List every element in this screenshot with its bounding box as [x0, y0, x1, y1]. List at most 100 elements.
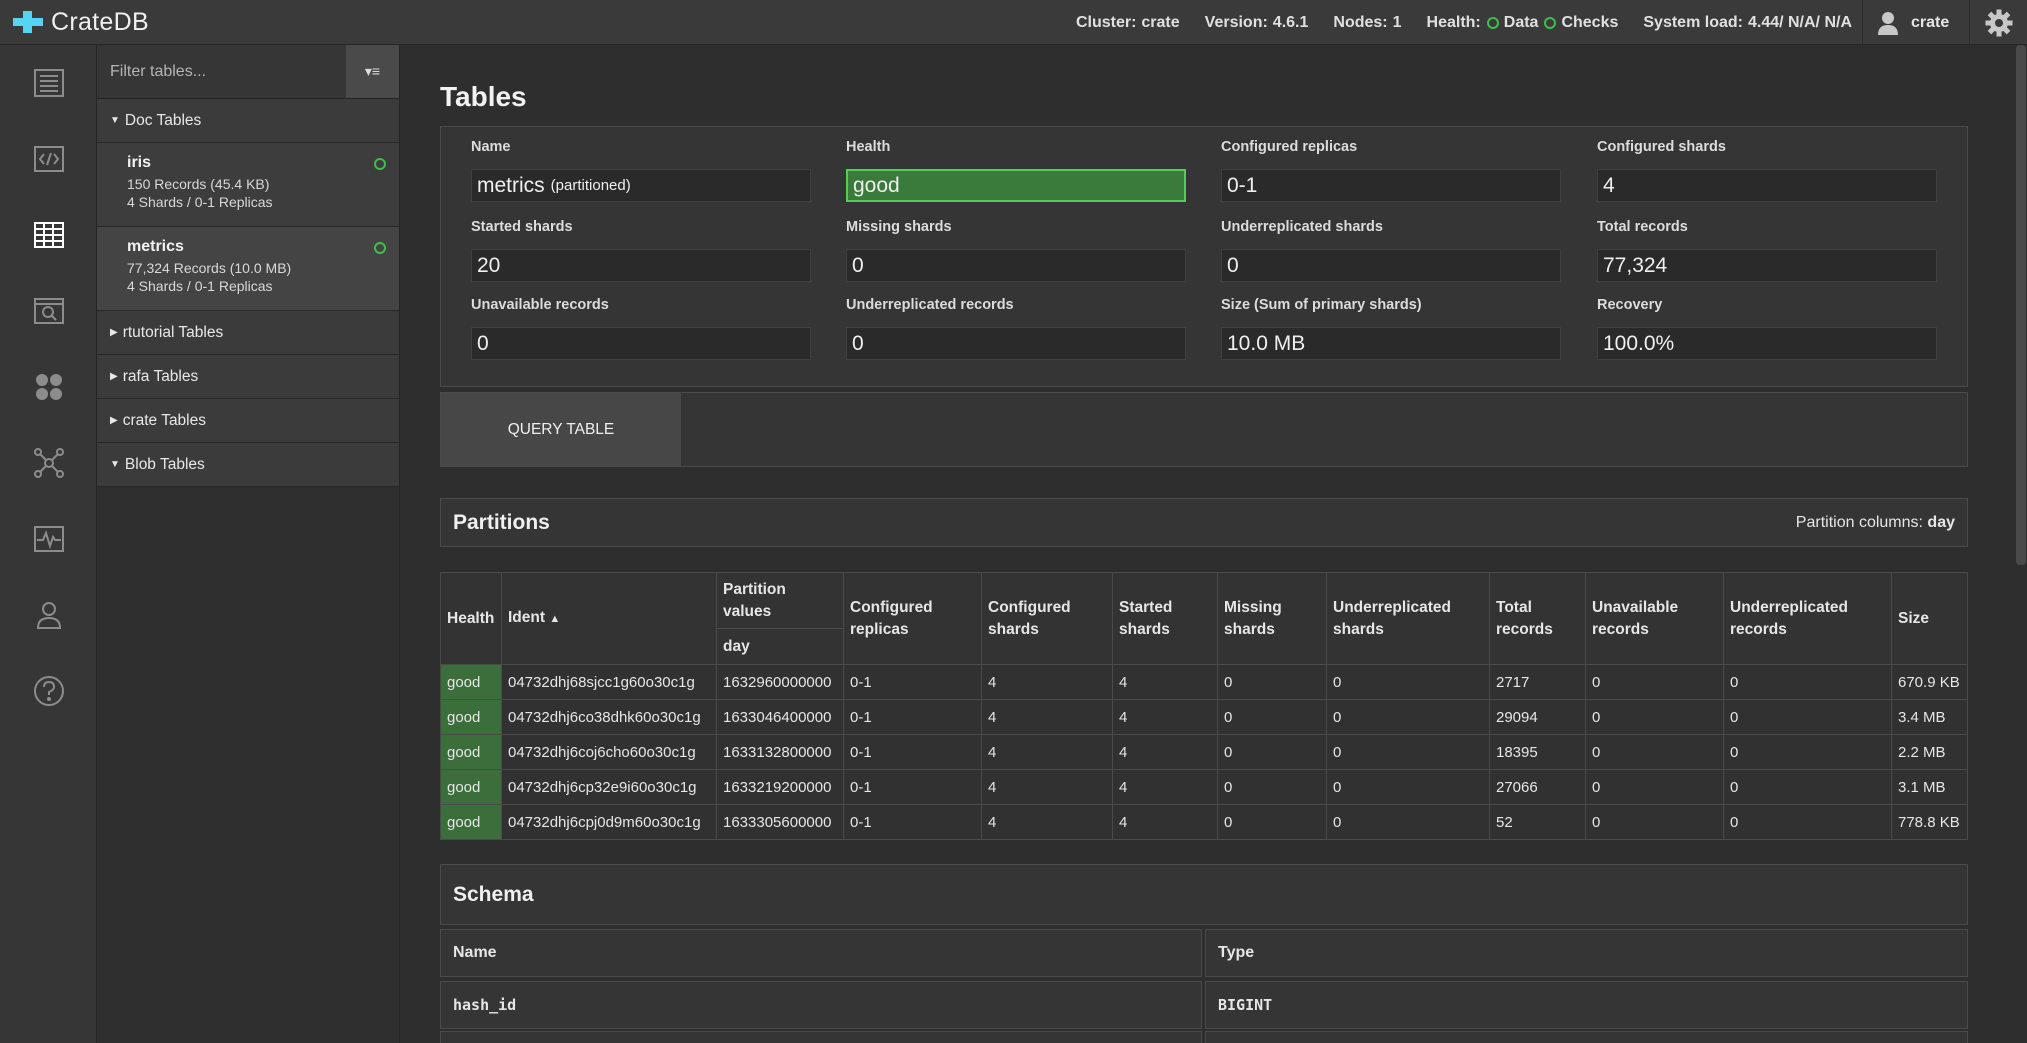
rail-overview[interactable] — [0, 45, 97, 121]
col-unavailable-records[interactable]: Unavailable records — [1585, 572, 1724, 665]
partition-cell: 4 — [981, 734, 1113, 770]
partition-cell: 3.1 MB — [1891, 769, 1968, 805]
filter-tables-input[interactable] — [97, 45, 346, 98]
field-value: 100.0% — [1597, 327, 1937, 360]
partition-cell: 1633305600000 — [716, 804, 844, 840]
col-size[interactable]: Size — [1891, 572, 1968, 665]
partition-health-cell: good — [440, 804, 502, 840]
partition-cell: 778.8 KB — [1891, 804, 1968, 840]
system-load-stat: System load: 4.44/ N/A/ N/A — [1643, 14, 1852, 32]
caret-down-icon: ▼ — [110, 459, 120, 470]
group-rtutorial-tables[interactable]: ▶ rtutorial Tables — [97, 311, 399, 355]
field-unavailable-records: Unavailable records 0 — [471, 297, 811, 360]
partition-cell: 4 — [1112, 769, 1218, 805]
group-rafa-tables[interactable]: ▶ rafa Tables — [97, 355, 399, 399]
field-recovery: Recovery 100.0% — [1597, 297, 1937, 360]
partition-cell: 04732dhj6co38dhk60o30c1g — [501, 699, 717, 735]
schema-row-next — [1205, 1031, 1968, 1043]
sort-asc-icon: ▲ — [549, 613, 561, 625]
users-icon — [36, 602, 61, 629]
partition-cell: 0 — [1723, 769, 1892, 805]
field-configured-replicas: Configured replicas 0-1 — [1221, 139, 1561, 202]
partition-cell: 0 — [1217, 699, 1327, 735]
query-table-button[interactable]: QUERY TABLE — [441, 393, 681, 466]
group-label: rtutorial Tables — [122, 323, 224, 341]
main-scrollbar[interactable] — [2016, 45, 2026, 565]
field-name: Name metrics (partitioned) — [471, 139, 811, 202]
partition-cell: 670.9 KB — [1891, 664, 1968, 700]
rail-cluster[interactable] — [0, 349, 97, 425]
partition-cell: 4 — [981, 769, 1113, 805]
field-total-records: Total records 77,324 — [1597, 219, 1937, 282]
partition-columns: Partition columns: day — [1796, 514, 1955, 532]
partition-cell: 0 — [1217, 664, 1327, 700]
partition-cell: 0 — [1585, 699, 1724, 735]
rail-monitoring[interactable] — [0, 501, 97, 577]
col-day[interactable]: day — [716, 628, 844, 665]
gear-icon — [1985, 9, 2012, 36]
user-icon — [1878, 11, 1898, 35]
col-configured-replicas[interactable]: Configured replicas — [843, 572, 982, 665]
rail-nodes-graph[interactable] — [0, 425, 97, 501]
col-ident-label: Ident — [508, 609, 546, 626]
schema-col-type: Type — [1205, 929, 1968, 977]
partition-cell: 18395 — [1489, 734, 1586, 770]
schema-row-next — [440, 1031, 1202, 1043]
table-shards: 4 Shards / 0-1 Replicas — [127, 278, 273, 294]
user-menu[interactable]: crate — [1862, 0, 1967, 45]
version-label: Version: — [1204, 13, 1268, 31]
rail-help[interactable] — [0, 653, 97, 729]
partitions-title: Partitions — [453, 510, 550, 534]
field-value: 0 — [1221, 249, 1561, 282]
rail-users[interactable] — [0, 577, 97, 653]
field-label: Name — [471, 139, 511, 155]
cluster-value: crate — [1141, 13, 1180, 31]
field-started-shards: Started shards 20 — [471, 219, 811, 282]
col-partition-values: Partition values — [716, 572, 844, 629]
query-table-panel: QUERY TABLE — [440, 392, 1968, 467]
partition-cell: 2717 — [1489, 664, 1586, 700]
col-configured-shards[interactable]: Configured shards — [981, 572, 1113, 665]
field-label: Underreplicated shards — [1221, 219, 1383, 235]
group-doc-tables[interactable]: ▼ Doc Tables — [97, 99, 399, 143]
col-underreplicated-shards[interactable]: Underreplicated shards — [1326, 572, 1490, 665]
monitoring-icon — [33, 526, 64, 552]
health-checks-label[interactable]: Checks — [1561, 14, 1618, 32]
group-blob-tables[interactable]: ▼ Blob Tables — [97, 443, 399, 487]
col-health[interactable]: Health — [440, 572, 502, 665]
partition-cell: 04732dhj6cpj0d9m60o30c1g — [501, 804, 717, 840]
field-label: Health — [846, 139, 891, 155]
filter-options-button[interactable]: ▾≡ — [346, 45, 399, 98]
partition-cell: 4 — [1112, 734, 1218, 770]
rail-views[interactable] — [0, 273, 97, 349]
partition-cell: 0 — [1723, 734, 1892, 770]
partition-health-cell: good — [440, 664, 502, 700]
caret-right-icon: ▶ — [110, 415, 118, 426]
settings-button[interactable] — [1969, 0, 2027, 45]
table-shards: 4 Shards / 0-1 Replicas — [127, 194, 273, 210]
col-missing-shards[interactable]: Missing shards — [1217, 572, 1327, 665]
rail-console[interactable] — [0, 121, 97, 197]
group-crate-tables[interactable]: ▶ crate Tables — [97, 399, 399, 443]
partition-cell: 0 — [1217, 804, 1327, 840]
partition-cell: 2.2 MB — [1891, 734, 1968, 770]
console-icon — [33, 146, 64, 172]
cratedb-logo[interactable]: CrateDB — [13, 8, 149, 37]
schema-col-name: Name — [440, 929, 1202, 977]
partition-row: good 04732dhj6cp32e9i60o30c1g 163321920000… — [440, 769, 1968, 805]
health-data-label[interactable]: Data — [1504, 14, 1539, 32]
filter-sort-icon: ▾≡ — [364, 63, 381, 79]
user-name: crate — [1911, 13, 1950, 31]
table-item-metrics[interactable]: metrics 77,324 Records (10.0 MB) 4 Shard… — [97, 227, 399, 311]
partition-health-cell: good — [440, 699, 502, 735]
partition-row: good 04732dhj6cpj0d9m60o30c1g 163330560000… — [440, 804, 1968, 840]
table-item-iris[interactable]: iris 150 Records (45.4 KB) 4 Shards / 0-… — [97, 143, 399, 227]
col-total-records[interactable]: Total records — [1489, 572, 1586, 665]
col-started-shards[interactable]: Started shards — [1112, 572, 1218, 665]
caret-right-icon: ▶ — [110, 327, 118, 338]
health-ok-icon — [374, 242, 386, 254]
col-ident[interactable]: Ident ▲ — [501, 572, 717, 665]
rail-tables[interactable] — [0, 197, 97, 273]
group-label: crate Tables — [122, 411, 206, 429]
col-underreplicated-records[interactable]: Underreplicated records — [1723, 572, 1892, 665]
